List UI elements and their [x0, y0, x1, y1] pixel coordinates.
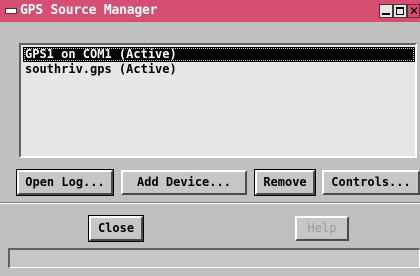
gps-source-list[interactable]: GPS1 on COM1 (Active) southriv.gps (Acti… — [19, 43, 417, 158]
source-list-item-southriv[interactable]: southriv.gps (Active) — [23, 62, 415, 77]
help-button: Help — [295, 216, 349, 241]
window-title: GPS Source Manager — [20, 3, 158, 18]
close-button[interactable]: Close — [88, 215, 144, 242]
divider — [0, 202, 420, 204]
maximize-button[interactable] — [393, 4, 407, 18]
maximize-icon — [396, 7, 404, 15]
minimize-button[interactable] — [379, 4, 393, 18]
gps-source-manager-window: GPS Source Manager ✕ GPS1 on COM1 (Activ… — [0, 0, 420, 276]
add-device-button[interactable]: Add Device... — [121, 170, 247, 195]
close-icon: ✕ — [409, 4, 420, 18]
open-log-button[interactable]: Open Log... — [16, 169, 114, 196]
source-label: southriv.gps (Active) — [25, 62, 177, 76]
source-label: GPS1 on COM1 (Active) — [25, 47, 177, 61]
close-window-button[interactable]: ✕ — [407, 4, 420, 18]
controls-button[interactable]: Controls... — [322, 170, 420, 195]
system-menu-icon[interactable] — [5, 8, 17, 14]
title-bar[interactable]: GPS Source Manager ✕ — [0, 0, 420, 22]
status-bar — [8, 248, 420, 268]
minimize-icon — [382, 13, 390, 15]
remove-button[interactable]: Remove — [254, 169, 316, 196]
source-list-item-gps1[interactable]: GPS1 on COM1 (Active) — [23, 47, 415, 62]
